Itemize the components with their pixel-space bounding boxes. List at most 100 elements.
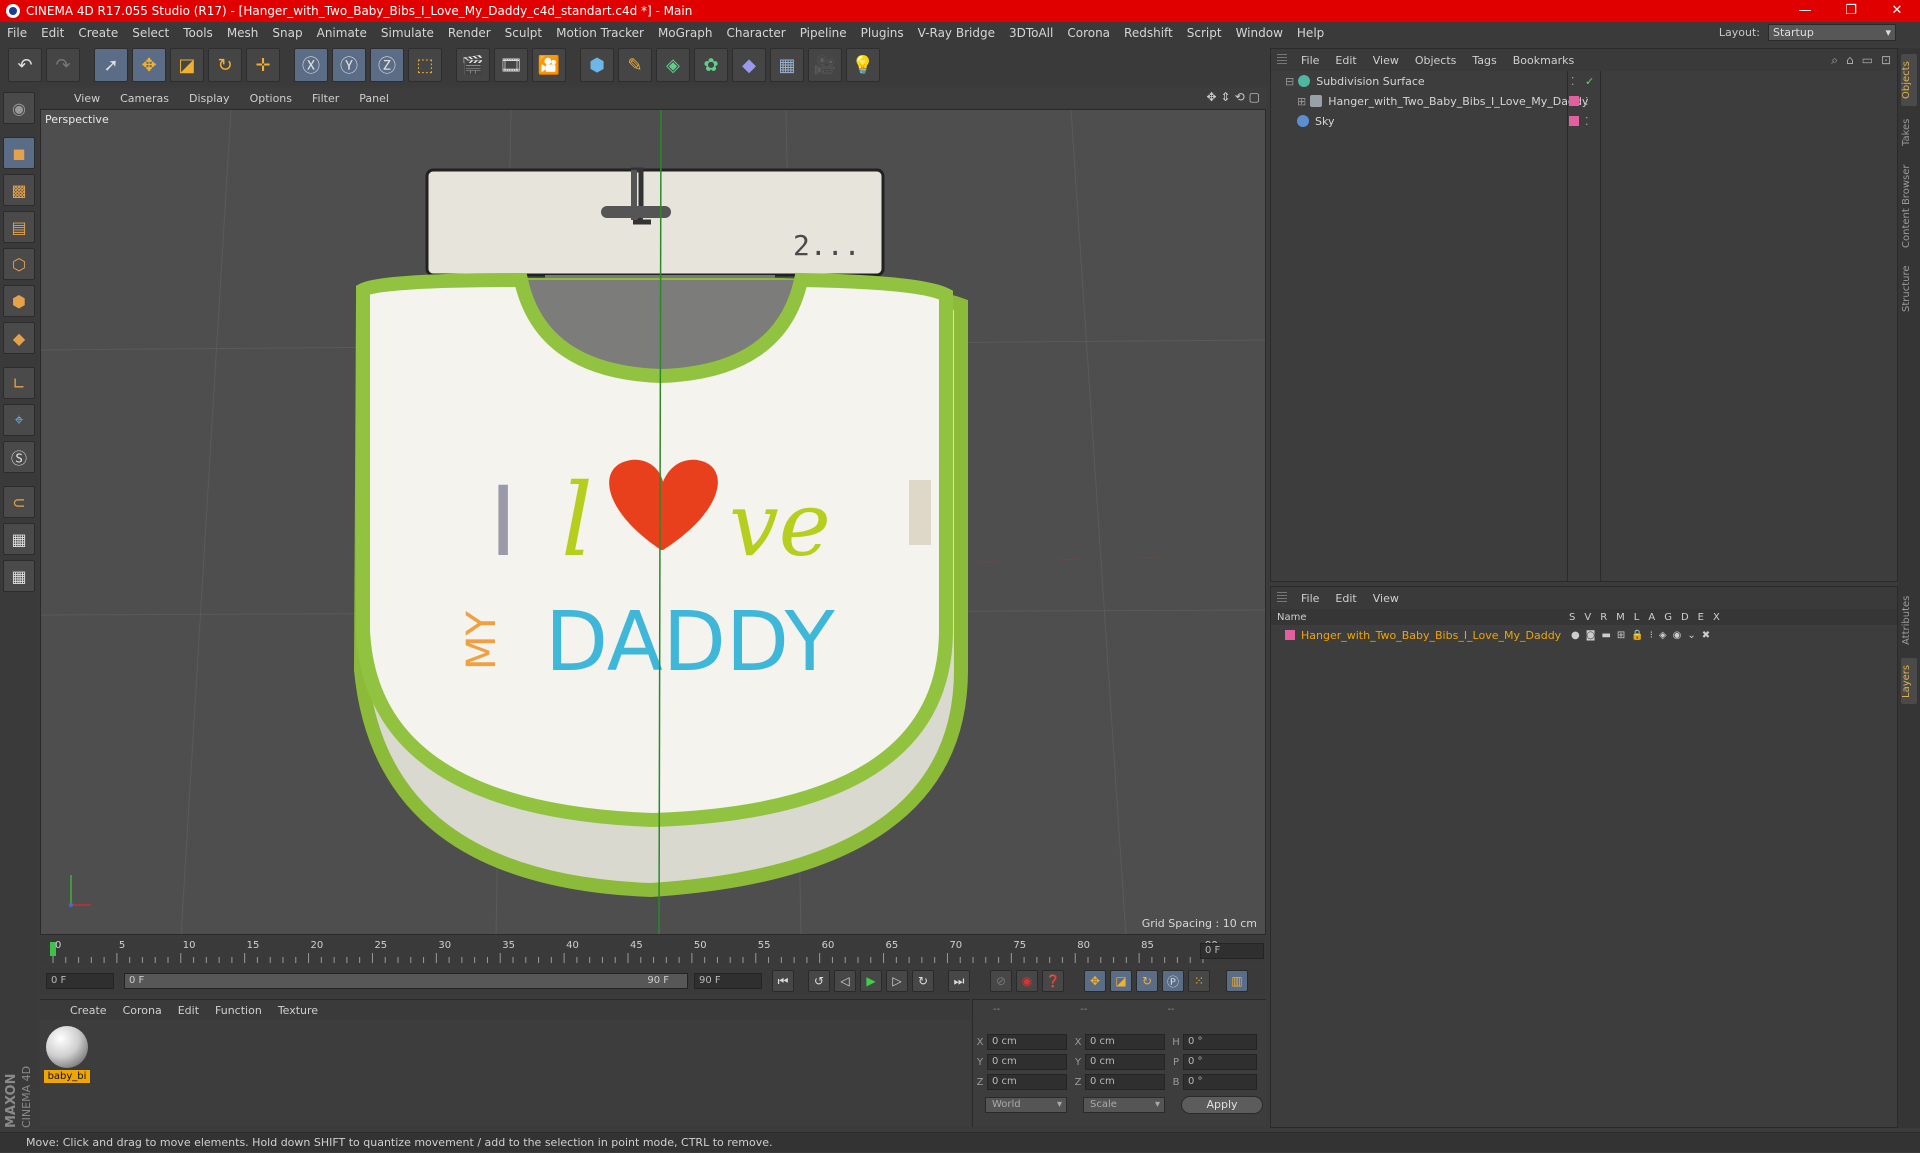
recent-tool-button[interactable]: ✛ xyxy=(246,48,280,82)
manager-toggle-icon[interactable]: ⊞ xyxy=(1617,630,1625,641)
generator-toggle-icon[interactable]: ◈ xyxy=(1659,630,1667,641)
workplane-mode-button[interactable]: ▤ xyxy=(3,211,35,243)
layers-menu-view[interactable]: View xyxy=(1365,592,1407,605)
menu-pipeline[interactable]: Pipeline xyxy=(793,26,854,40)
go-to-end-button[interactable]: ⏭ xyxy=(948,970,970,992)
tab-attributes[interactable]: Attributes xyxy=(1901,588,1917,652)
render-view-button[interactable]: 🎬 xyxy=(456,48,490,82)
menu-snap[interactable]: Snap xyxy=(265,26,309,40)
orbit-icon[interactable]: ⟲ xyxy=(1235,90,1245,104)
menu-file[interactable]: File xyxy=(0,26,34,40)
next-frame-button[interactable]: ▷ xyxy=(886,970,908,992)
rotation-h-field[interactable]: 0 ° xyxy=(1183,1034,1257,1050)
menu-render[interactable]: Render xyxy=(441,26,498,40)
point-mode-button[interactable]: ⬡ xyxy=(3,248,35,280)
workplane-rotate-button[interactable]: ▦ xyxy=(3,560,35,592)
menu-redshift[interactable]: Redshift xyxy=(1117,26,1180,40)
menu-tools[interactable]: Tools xyxy=(176,26,220,40)
y-axis-lock-button[interactable]: Ⓨ xyxy=(332,48,366,82)
timeline-window-button[interactable]: ▥ xyxy=(1226,970,1248,992)
menu-mesh[interactable]: Mesh xyxy=(220,26,266,40)
view-toggle-icon[interactable]: ◙ xyxy=(1586,630,1596,641)
texture-mode-button[interactable]: ▩ xyxy=(3,174,35,206)
solo-toggle-icon[interactable]: ● xyxy=(1571,630,1580,641)
material-thumbnail[interactable]: baby_bi xyxy=(44,1026,90,1083)
xref-toggle-icon[interactable]: ✖ xyxy=(1702,630,1710,641)
menu-vray-bridge[interactable]: V-Ray Bridge xyxy=(911,26,1002,40)
material-menu-edit[interactable]: Edit xyxy=(170,1004,207,1017)
toggle-layout-icon[interactable]: ▢ xyxy=(1249,90,1260,104)
position-x-field[interactable]: 0 cm xyxy=(987,1034,1067,1050)
move-tool-button[interactable]: ✥ xyxy=(132,48,166,82)
apply-button[interactable]: Apply xyxy=(1181,1096,1263,1114)
expand-icon[interactable]: ⊞ xyxy=(1297,95,1306,108)
next-key-button[interactable]: ↻ xyxy=(912,970,934,992)
layers-menu-edit[interactable]: Edit xyxy=(1327,592,1364,605)
layer-header-xref[interactable]: X xyxy=(1713,612,1720,623)
dolly-icon[interactable]: ⇕ xyxy=(1221,90,1231,104)
menu-mograph[interactable]: MoGraph xyxy=(651,26,720,40)
panel-grip-icon[interactable] xyxy=(1277,54,1287,66)
light-button[interactable]: 💡 xyxy=(846,48,880,82)
search-icon[interactable]: ⌕ xyxy=(1831,53,1838,68)
layer-header-solo[interactable]: S xyxy=(1569,612,1575,623)
deformer-button[interactable]: ◆ xyxy=(732,48,766,82)
select-tool-button[interactable]: ➚ xyxy=(94,48,128,82)
layer-header-view[interactable]: V xyxy=(1584,612,1591,623)
record-keys-disabled-button[interactable]: ⊘ xyxy=(990,970,1012,992)
new-view-icon[interactable]: ▭ xyxy=(1862,53,1873,68)
panel-grip-icon[interactable] xyxy=(1277,592,1287,604)
previous-frame-button[interactable]: ◁ xyxy=(834,970,856,992)
polygon-mode-button[interactable]: ◆ xyxy=(3,322,35,354)
menu-sculpt[interactable]: Sculpt xyxy=(498,26,549,40)
make-editable-button[interactable]: ◉ xyxy=(3,92,35,124)
close-icon[interactable]: ✕ xyxy=(1874,0,1920,22)
x-axis-lock-button[interactable]: Ⓧ xyxy=(294,48,328,82)
rotate-tool-button[interactable]: ↻ xyxy=(208,48,242,82)
menu-simulate[interactable]: Simulate xyxy=(374,26,441,40)
end-frame-field[interactable]: 90 F xyxy=(694,973,762,989)
layer-header-animation[interactable]: A xyxy=(1648,612,1655,623)
expression-toggle-icon[interactable]: ⌄ xyxy=(1687,630,1695,641)
frame-range-slider[interactable]: 0 F 90 F xyxy=(124,973,688,989)
menu-select[interactable]: Select xyxy=(125,26,176,40)
menu-help[interactable]: Help xyxy=(1290,26,1331,40)
objects-menu-tags[interactable]: Tags xyxy=(1464,54,1504,67)
menu-script[interactable]: Script xyxy=(1180,26,1229,40)
pen-spline-button[interactable]: ✎ xyxy=(618,48,652,82)
timeline-ruler[interactable]: 051015202530354045505560657075808590 0 F xyxy=(40,939,1266,965)
autokeying-button[interactable]: ❓ xyxy=(1042,970,1064,992)
viewport-menu-display[interactable]: Display xyxy=(179,92,240,105)
objects-menu-objects[interactable]: Objects xyxy=(1407,54,1465,67)
play-button[interactable]: ▶ xyxy=(860,970,882,992)
layer-header-manager[interactable]: M xyxy=(1616,612,1625,623)
undo-button[interactable]: ↶ xyxy=(8,48,42,82)
go-to-start-button[interactable]: ⏮ xyxy=(772,970,794,992)
redo-button[interactable]: ↷ xyxy=(46,48,80,82)
lock-toggle-icon[interactable]: 🔒 xyxy=(1631,630,1643,641)
render-picture-viewer-button[interactable]: 🎞 xyxy=(494,48,528,82)
subdivision-surface-button[interactable]: ◈ xyxy=(656,48,690,82)
floor-button[interactable]: ▦ xyxy=(770,48,804,82)
layer-row[interactable]: Hanger_with_Two_Baby_Bibs_I_Love_My_Dadd… xyxy=(1271,625,1897,645)
viewport-menu-filter[interactable]: Filter xyxy=(302,92,349,105)
size-y-field[interactable]: 0 cm xyxy=(1085,1054,1165,1070)
viewport-menu-cameras[interactable]: Cameras xyxy=(110,92,179,105)
material-menu-corona[interactable]: Corona xyxy=(115,1004,170,1017)
size-x-field[interactable]: 0 cm xyxy=(1085,1034,1165,1050)
menu-character[interactable]: Character xyxy=(719,26,792,40)
collapse-icon[interactable]: ⊟ xyxy=(1285,75,1294,88)
previous-key-button[interactable]: ↺ xyxy=(808,970,830,992)
animation-toggle-icon[interactable]: ⁝ xyxy=(1650,630,1653,641)
tab-structure[interactable]: Structure xyxy=(1901,260,1917,318)
objects-menu-view[interactable]: View xyxy=(1365,54,1407,67)
lock-icon[interactable]: ⊡ xyxy=(1881,53,1891,68)
edge-mode-button[interactable]: ⬢ xyxy=(3,285,35,317)
position-y-field[interactable]: 0 cm xyxy=(987,1054,1067,1070)
restore-icon[interactable]: ❐ xyxy=(1828,0,1874,22)
layer-header-generators[interactable]: G xyxy=(1664,612,1672,623)
menu-plugins[interactable]: Plugins xyxy=(854,26,911,40)
axis-mode-button[interactable]: ∟ xyxy=(3,367,35,399)
layout-dropdown[interactable]: Startup ▾ xyxy=(1768,24,1896,41)
layer-header-locked[interactable]: L xyxy=(1634,612,1640,623)
